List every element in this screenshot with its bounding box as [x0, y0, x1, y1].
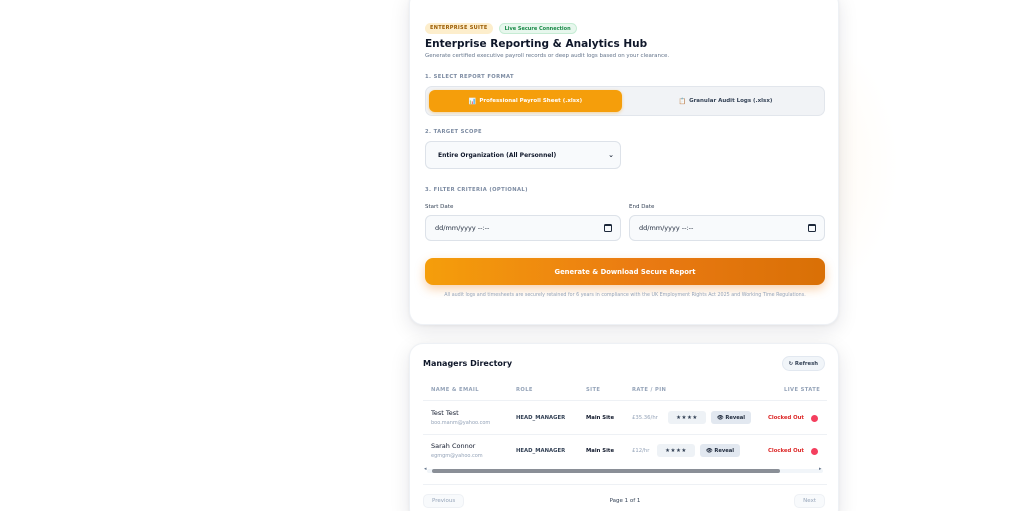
- row-divider: [423, 434, 827, 435]
- manager-rate: £35.36/hr: [632, 415, 658, 421]
- page-subtitle: Generate certified executive payroll rec…: [425, 53, 670, 59]
- page-title: Enterprise Reporting & Analytics Hub: [425, 38, 648, 50]
- payroll-sheet-label: Professional Payroll Sheet (.xlsx): [479, 98, 583, 104]
- manager-email: boo.manm@yahoo.com: [431, 420, 491, 426]
- status-dot: [811, 415, 818, 422]
- column-header-site: SITE: [586, 387, 601, 393]
- reveal-pin-button[interactable]: 👁 Reveal: [700, 444, 740, 457]
- manager-role: HEAD_MANAGER: [516, 448, 566, 454]
- clipboard-icon: 📋: [678, 97, 687, 105]
- section-label-scope: 2. TARGET SCOPE: [425, 129, 482, 135]
- manager-name: Sarah Connor: [431, 442, 476, 450]
- chart-icon: 📊: [468, 97, 477, 105]
- manager-role: HEAD_MANAGER: [516, 415, 566, 421]
- report-generator-card: ENTERPRISE SUITE Live Secure Connection …: [409, 0, 839, 325]
- next-page-button[interactable]: Next: [794, 494, 825, 508]
- pagination-divider: [423, 484, 827, 485]
- scroll-left-icon[interactable]: ◂: [424, 466, 427, 472]
- target-scope-value: Entire Organization (All Personnel): [438, 151, 557, 159]
- audit-logs-option[interactable]: 📋 Granular Audit Logs (.xlsx): [629, 90, 822, 112]
- scrollbar-thumb[interactable]: [432, 469, 780, 473]
- target-scope-select[interactable]: Entire Organization (All Personnel) ⌄: [425, 141, 621, 169]
- column-header-role: ROLE: [516, 387, 533, 393]
- start-date-label: Start Date: [425, 204, 454, 210]
- audit-logs-label: Granular Audit Logs (.xlsx): [689, 98, 773, 104]
- compliance-footnote: All audit logs and timesheets are secure…: [444, 293, 806, 298]
- badge-row: ENTERPRISE SUITE Live Secure Connection: [425, 23, 577, 34]
- secure-connection-badge: Live Secure Connection: [498, 23, 577, 34]
- section-label-format: 1. SELECT REPORT FORMAT: [425, 74, 514, 80]
- start-date-input[interactable]: dd/mm/yyyy --:--: [425, 215, 621, 241]
- directory-title: Managers Directory: [423, 359, 513, 368]
- scroll-right-icon[interactable]: ▸: [819, 466, 822, 472]
- reveal-pin-button[interactable]: 👁 Reveal: [711, 411, 751, 424]
- live-state: Clocked Out: [768, 415, 804, 421]
- end-date-label: End Date: [629, 204, 655, 210]
- calendar-icon[interactable]: [604, 224, 612, 232]
- manager-site: Main Site: [586, 448, 615, 454]
- manager-name: Test Test: [431, 409, 459, 417]
- masked-pin: ★★★★: [657, 444, 695, 457]
- refresh-button[interactable]: ↻ Refresh: [781, 356, 825, 371]
- masked-pin: ★★★★: [668, 411, 706, 424]
- report-format-toggle: 📊 Professional Payroll Sheet (.xlsx) 📋 G…: [425, 86, 825, 116]
- start-date-placeholder: dd/mm/yyyy --:--: [435, 224, 490, 232]
- column-header-name: NAME & EMAIL: [431, 387, 479, 393]
- payroll-sheet-option[interactable]: 📊 Professional Payroll Sheet (.xlsx): [429, 90, 622, 112]
- generate-report-button[interactable]: Generate & Download Secure Report: [425, 258, 825, 285]
- calendar-icon[interactable]: [808, 224, 816, 232]
- manager-rate: £12/hr: [632, 448, 650, 454]
- column-header-state: LIVE STATE: [784, 387, 821, 393]
- status-dot: [811, 448, 818, 455]
- section-label-filter: 3. FILTER CRITERIA (OPTIONAL): [425, 187, 528, 193]
- chevron-down-icon: ⌄: [608, 151, 614, 159]
- row-divider: [423, 400, 827, 401]
- column-header-rate: RATE / PIN: [632, 387, 667, 393]
- managers-directory-card: Managers Directory ↻ Refresh NAME & EMAI…: [409, 343, 839, 511]
- live-state: Clocked Out: [768, 448, 804, 454]
- end-date-placeholder: dd/mm/yyyy --:--: [639, 224, 694, 232]
- end-date-input[interactable]: dd/mm/yyyy --:--: [629, 215, 825, 241]
- manager-site: Main Site: [586, 415, 615, 421]
- page-info: Page 1 of 1: [609, 498, 641, 504]
- manager-email: egmgm@yahoo.com: [431, 453, 483, 459]
- enterprise-badge: ENTERPRISE SUITE: [425, 23, 493, 34]
